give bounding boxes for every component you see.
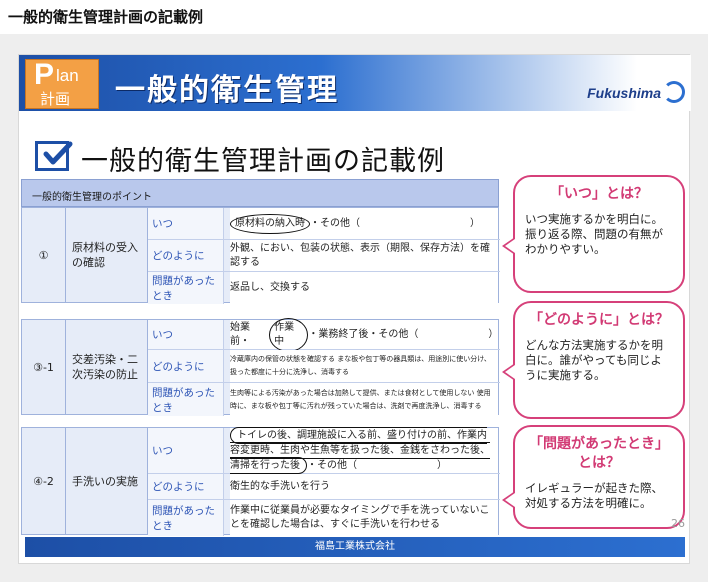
row-problem: 問題があったとき 生肉等による汚染があった場合は加熱して提供、または食材として使… <box>148 383 500 416</box>
row-how: どのように 冷蔵庫内の保管の状態を確認する まな板や包丁等の器具類は、用途別に使… <box>148 350 500 383</box>
row-label: 問題があったとき <box>148 272 224 304</box>
row-text-rest: ・業務終了後・その他（ ） <box>308 328 499 340</box>
row-problem: 問題があったとき 作業中に従業員が必要なタイミングで手を洗っていないことを確認し… <box>148 500 500 536</box>
page-number: 26 <box>671 517 685 530</box>
section-handwashing: ④-2 手洗いの実施 いつ トイレの後、調理施設に入る前、盛り付けの前、作業内容… <box>21 427 500 536</box>
section-number: ④-2 <box>22 428 66 534</box>
callout-how: 「どのように」とは？ どんな方法実施するかを明白に。誰がやっても同じように実施す… <box>502 301 685 419</box>
callout-title: 「問題があったとき」とは？ <box>529 436 669 471</box>
callout-text: いつ実施するかを明白に。振り返る際、問題の有無がわかりやすい。 <box>525 212 663 256</box>
callout-text: どんな方法実施するかを明白に。誰がやっても同じように実施する。 <box>525 338 663 382</box>
callout-text: イレギュラーが起きた際、対処する方法を明確に。 <box>525 481 663 510</box>
callout-pointer <box>502 237 515 255</box>
row-when: いつ 始業前・ 作業中 ・業務終了後・その他（ ） <box>148 317 500 352</box>
circled-answer: 原材料の納入時 <box>230 213 310 234</box>
row-text: 冷蔵庫内の保管の状態を確認する まな板や包丁等の器具類は、用途別に使い分け、扱っ… <box>230 350 498 382</box>
row-label: どのように <box>148 350 224 382</box>
row-label: 問題があったとき <box>148 500 224 536</box>
checkbox-check-icon <box>35 141 73 171</box>
row-text-prefix: 始業前・ <box>230 321 250 347</box>
row-label: いつ <box>148 428 224 473</box>
section-raw-material: ① 原材料の受入の確認 いつ 原材料の納入時 ・その他（ ） どのように 外観、… <box>21 207 500 304</box>
logo-swoosh-icon <box>663 81 685 103</box>
slide-banner: P lan 計画 一般的衛生管理 Fukushima <box>19 55 691 111</box>
table-header: 一般的衛生管理のポイント <box>21 179 499 207</box>
row-text-rest: ・その他（ ） <box>307 460 447 471</box>
row-how: どのように 衛生的な手洗いを行う <box>148 474 500 500</box>
plan-rest: lan <box>56 66 79 85</box>
row-label: いつ <box>148 208 224 239</box>
row-text-rest: ・その他（ ） <box>310 217 480 229</box>
callout-pointer <box>502 363 515 381</box>
section-number: ③-1 <box>22 320 66 414</box>
circled-answer: 作業中 <box>269 317 309 352</box>
section-name: 交差汚染・二次汚染の防止 <box>66 320 148 414</box>
row-label: どのように <box>148 474 224 499</box>
callout-problem: 「問題があったとき」とは？ イレギュラーが起きた際、対処する方法を明確に。 <box>502 425 685 529</box>
row-text: 始業前・ 作業中 ・業務終了後・その他（ ） <box>230 317 499 352</box>
slide-footer: 福島工業株式会社 <box>25 537 685 557</box>
section-cross-contamination: ③-1 交差汚染・二次汚染の防止 いつ 始業前・ 作業中 ・業務終了後・その他（… <box>21 317 500 416</box>
callout-title: 「どのように」とは？ <box>529 312 669 328</box>
plan-badge: P lan 計画 <box>25 58 99 109</box>
banner-title: 一般的衛生管理 <box>115 73 339 108</box>
row-label: 問題があったとき <box>148 383 224 416</box>
row-text: 返品し、交換する <box>230 272 498 304</box>
row-problem: 問題があったとき 返品し、交換する <box>148 272 500 304</box>
section-name: 手洗いの実施 <box>66 428 148 534</box>
callout-pointer <box>502 491 515 509</box>
row-text: 原材料の納入時 ・その他（ ） <box>230 208 498 239</box>
section-name: 原材料の受入の確認 <box>66 208 148 302</box>
row-text: トイレの後、調理施設に入る前、盛り付けの前、作業内容変更時、生肉や生魚等を扱った… <box>230 427 498 474</box>
slide-heading: 一般的衛生管理計画の記載例 <box>81 146 445 177</box>
slide: P lan 計画 一般的衛生管理 Fukushima 一般的衛生管理計画の記載例… <box>18 54 691 564</box>
row-when: いつ トイレの後、調理施設に入る前、盛り付けの前、作業内容変更時、生肉や生魚等を… <box>148 427 500 474</box>
row-when: いつ 原材料の納入時 ・その他（ ） <box>148 208 500 240</box>
plan-subtitle: 計画 <box>40 90 71 108</box>
company-logo: Fukushima <box>587 85 661 101</box>
row-label: いつ <box>148 320 224 349</box>
section-number: ① <box>22 208 66 302</box>
row-label: どのように <box>148 240 224 271</box>
callout-title: 「いつ」とは？ <box>550 186 648 202</box>
page-title: 一般的衛生管理計画の記載例 <box>8 8 204 26</box>
row-text: 衛生的な手洗いを行う <box>230 474 498 499</box>
row-text: 作業中に従業員が必要なタイミングで手を洗っていないことを確認した場合は、すぐに手… <box>230 500 498 536</box>
plan-letter: P <box>34 58 55 91</box>
row-how: どのように 外観、におい、包装の状態、表示（期限、保存方法）を確認する <box>148 240 500 272</box>
row-text: 外観、におい、包装の状態、表示（期限、保存方法）を確認する <box>230 240 498 271</box>
row-text: 生肉等による汚染があった場合は加熱して提供、または食材として使用しない 使用時に… <box>230 383 498 416</box>
callout-when: 「いつ」とは？ いつ実施するかを明白に。振り返る際、問題の有無がわかりやすい。 <box>502 175 685 293</box>
